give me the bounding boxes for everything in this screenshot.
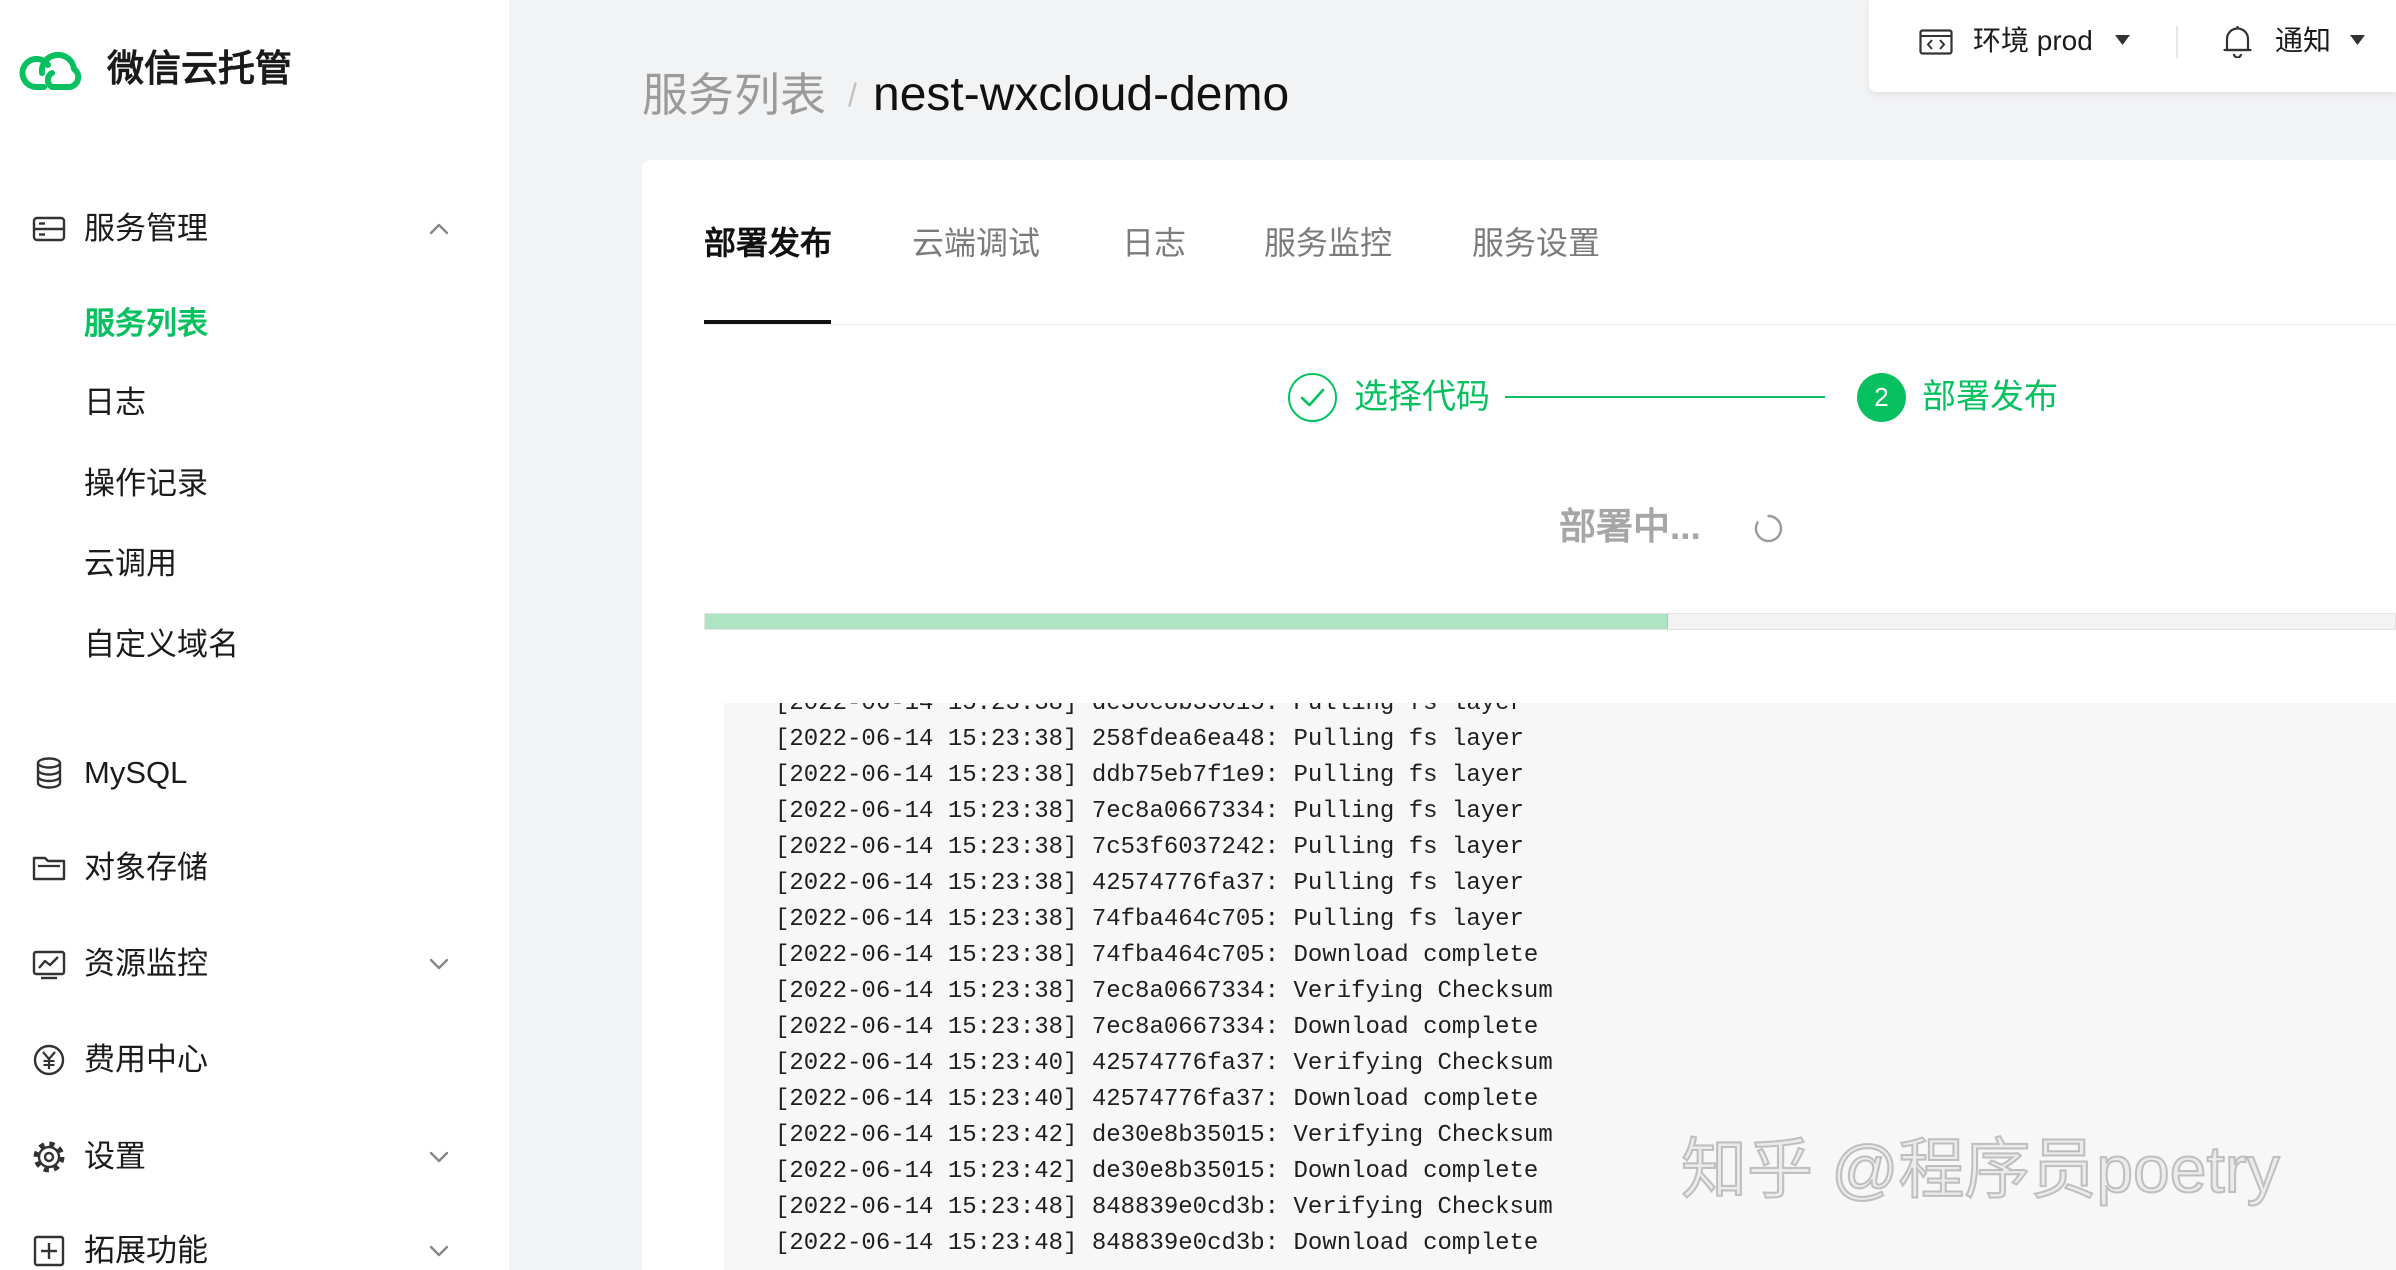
yen-circle-icon (31, 1042, 67, 1078)
sidebar-group-label: 服务管理 (84, 211, 208, 246)
notifications-label: 通知 (2275, 25, 2332, 56)
sidebar-item-mysql[interactable]: MySQL (0, 754, 509, 792)
tab-bar-divider (704, 324, 2396, 325)
sidebar: 微信云托管 服务管理 服务列表 日志 操作记录 云调用 自定义域名 MySQL … (0, 0, 509, 1270)
top-bar: 环境 prod 通知 (1869, 0, 2396, 92)
log-line: [2022-06-14 15:23:42] de30e8b35015: Down… (775, 1158, 1539, 1185)
chevron-down-icon (426, 1243, 452, 1259)
sidebar-item-label: MySQL (84, 755, 188, 790)
sidebar-item-cloud-call[interactable]: 云调用 (0, 545, 509, 583)
sidebar-item-label: 拓展功能 (84, 1233, 208, 1268)
deploy-status-text: 部署中... (1559, 506, 1701, 547)
page-title: nest-wxcloud-demo (873, 68, 1290, 121)
log-line: [2022-06-14 15:23:40] 42574776fa37: Down… (775, 1086, 1539, 1113)
log-line: [2022-06-14 15:23:38] 42574776fa37: Pull… (775, 870, 1524, 897)
tab-cloud-debug[interactable]: 云端调试 (912, 221, 1040, 265)
chevron-up-icon (426, 221, 452, 237)
sidebar-item-label: 对象存储 (84, 850, 208, 885)
loading-spinner-icon (1753, 513, 1784, 544)
log-line: [2022-06-14 15:23:38] 258fdea6ea48: Pull… (775, 726, 1524, 753)
notifications-menu[interactable]: 通知 (2199, 0, 2396, 92)
caret-down-icon (2115, 35, 2130, 46)
sidebar-item-custom-domain[interactable]: 自定义域名 (0, 626, 509, 664)
sidebar-item-operation-records[interactable]: 操作记录 (0, 465, 509, 503)
sidebar-item-label: 设置 (84, 1139, 146, 1174)
step-connector (1505, 396, 1825, 398)
sidebar-item-label: 云调用 (84, 546, 177, 581)
chevron-down-icon (426, 1149, 452, 1165)
log-line: [2022-06-14 15:23:38] 7ec8a0667334: Veri… (775, 978, 1553, 1005)
log-lines: [2022-06-14 15:23:38] de30e8b35015: Pull… (724, 703, 2396, 1262)
sidebar-item-label: 资源监控 (84, 946, 208, 981)
log-line: [2022-06-14 15:23:38] 7ec8a0667334: Pull… (775, 798, 1524, 825)
environment-icon (1919, 29, 1953, 55)
server-icon (31, 211, 67, 247)
sidebar-item-label: 操作记录 (84, 466, 208, 501)
log-line: [2022-06-14 15:23:38] 74fba464c705: Down… (775, 942, 1539, 969)
log-line: [2022-06-14 15:23:48] 848839e0cd3b: Down… (775, 1230, 1539, 1257)
tab-logs[interactable]: 日志 (1122, 221, 1186, 265)
environment-label: 环境 prod (1973, 25, 2093, 56)
sidebar-item-label: 日志 (84, 385, 146, 420)
gear-icon (31, 1139, 67, 1175)
bell-icon (2223, 24, 2252, 58)
sidebar-item-settings[interactable]: 设置 (0, 1138, 509, 1176)
environment-selector[interactable]: 环境 prod (1869, 0, 2169, 92)
sidebar-item-label: 自定义域名 (84, 627, 239, 662)
log-line: [2022-06-14 15:23:42] de30e8b35015: Veri… (775, 1122, 1553, 1149)
tab-service-settings[interactable]: 服务设置 (1472, 221, 1600, 265)
sidebar-item-billing-center[interactable]: 费用中心 (0, 1041, 509, 1079)
sidebar-group-service-management[interactable]: 服务管理 (0, 210, 509, 248)
deploy-progress-bar (704, 613, 2396, 630)
active-tab-indicator (704, 320, 831, 324)
sidebar-item-resource-monitoring[interactable]: 资源监控 (0, 945, 509, 983)
log-line: [2022-06-14 15:23:40] 42574776fa37: Veri… (775, 1050, 1553, 1077)
progress-fill (705, 614, 1669, 629)
tab-deploy[interactable]: 部署发布 (704, 221, 832, 265)
sidebar-item-logs[interactable]: 日志 (0, 384, 509, 422)
log-line: [2022-06-14 15:23:48] 848839e0cd3b: Veri… (775, 1194, 1553, 1221)
sidebar-item-object-storage[interactable]: 对象存储 (0, 849, 509, 887)
sidebar-item-service-list[interactable]: 服务列表 (0, 305, 509, 343)
monitor-chart-icon (31, 946, 67, 982)
breadcrumb-separator: / (848, 77, 857, 113)
tab-service-monitoring[interactable]: 服务监控 (1264, 221, 1392, 265)
log-line: [2022-06-14 15:23:38] 7ec8a0667334: Down… (775, 1014, 1539, 1041)
breadcrumb-parent-link[interactable]: 服务列表 (642, 67, 826, 123)
folder-icon (31, 850, 67, 886)
step-done-check-icon (1288, 373, 1337, 422)
deploy-log-console[interactable]: [2022-06-14 15:23:38] de30e8b35015: Pull… (724, 703, 2396, 1270)
chevron-down-icon (426, 956, 452, 972)
log-line: [2022-06-14 15:23:38] ddb75eb7f1e9: Pull… (775, 762, 1524, 789)
topbar-divider (2176, 26, 2178, 58)
app-title: 微信云托管 (107, 48, 292, 89)
extension-icon (31, 1233, 67, 1269)
step-number-badge: 2 (1857, 373, 1906, 422)
caret-down-icon (2350, 35, 2365, 46)
log-line: [2022-06-14 15:23:38] 74fba464c705: Pull… (775, 906, 1524, 933)
step-select-code-label: 选择代码 (1354, 378, 1490, 416)
step-deploy-label: 部署发布 (1922, 378, 2058, 416)
database-icon (31, 755, 67, 791)
wechat-cloud-logo-icon[interactable] (18, 43, 86, 95)
sidebar-item-label: 费用中心 (84, 1042, 208, 1077)
sidebar-item-label: 服务列表 (84, 306, 208, 341)
log-line: [2022-06-14 15:23:38] 7c53f6037242: Pull… (775, 834, 1524, 861)
log-line: [2022-06-14 15:23:38] de30e8b35015: Pull… (775, 703, 1524, 717)
sidebar-item-extensions[interactable]: 拓展功能 (0, 1232, 509, 1270)
